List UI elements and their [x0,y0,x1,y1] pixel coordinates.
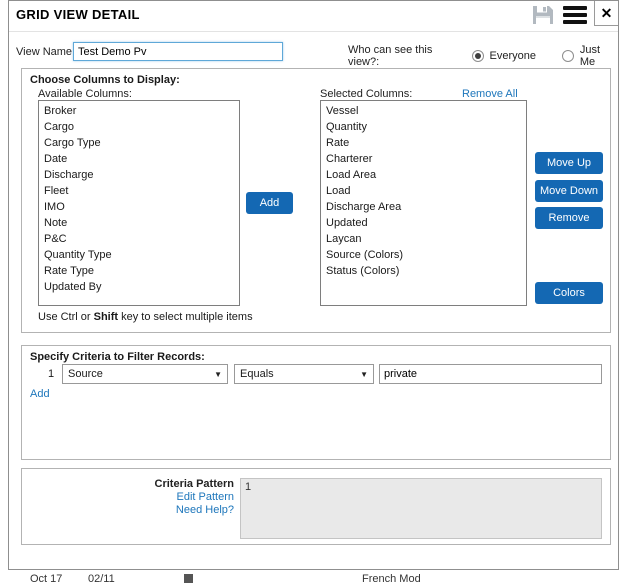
field-select[interactable]: Source ▼ [62,364,228,384]
criteria-row-index: 1 [48,368,54,380]
close-icon[interactable]: ✕ [594,1,618,26]
criteria-pattern-textarea: 1 [240,478,602,539]
list-item[interactable]: Status (Colors) [321,263,526,279]
filter-value-input[interactable] [379,364,602,384]
list-item[interactable]: Source (Colors) [321,247,526,263]
columns-section: Choose Columns to Display: Available Col… [21,68,611,333]
radio-everyone-label[interactable]: Everyone [490,50,536,62]
list-item[interactable]: Discharge [39,167,239,183]
list-item[interactable]: Updated [321,215,526,231]
colors-button[interactable]: Colors [535,282,603,304]
list-item[interactable]: Rate [321,135,526,151]
list-item[interactable]: Charterer [321,151,526,167]
list-item[interactable]: Date [39,151,239,167]
list-item[interactable]: Quantity Type [39,247,239,263]
list-item[interactable]: Broker [39,103,239,119]
header-divider [9,31,618,32]
multi-select-hint: Use Ctrl or Shift key to select multiple… [38,311,253,323]
filter-section-title: Specify Criteria to Filter Records: [30,351,205,363]
filter-section: Specify Criteria to Filter Records: 1 So… [21,345,611,460]
menu-bar [563,13,587,17]
add-criteria-link[interactable]: Add [30,388,50,400]
visibility-group: Who can see this view?: Everyone Just Me [348,44,618,68]
add-button[interactable]: Add [246,192,293,214]
menu-bar [563,6,587,10]
footer-date-tab: Oct 17 [30,573,62,584]
footer-date: 02/11 [88,573,115,584]
list-item[interactable]: Discharge Area [321,199,526,215]
list-item[interactable]: Updated By [39,279,239,295]
move-up-button[interactable]: Move Up [535,152,603,174]
chevron-down-icon: ▼ [360,370,368,379]
move-down-button[interactable]: Move Down [535,180,603,202]
chevron-down-icon: ▼ [214,370,222,379]
available-columns-listbox[interactable]: BrokerCargoCargo TypeDateDischargeFleetI… [38,100,240,306]
hint-text: Use Ctrl or [38,311,94,323]
operator-select[interactable]: Equals ▼ [234,364,374,384]
footer-icon [184,574,193,583]
list-item[interactable]: P&C [39,231,239,247]
radio-just-me[interactable] [562,50,574,62]
selected-columns-listbox[interactable]: VesselQuantityRateChartererLoad AreaLoad… [320,100,527,306]
criteria-pattern-label: Criteria Pattern [22,478,234,490]
columns-section-title: Choose Columns to Display: [30,74,180,86]
list-item[interactable]: Load Area [321,167,526,183]
hint-text: key to select multiple items [118,311,253,323]
list-item[interactable]: Cargo [39,119,239,135]
list-item[interactable]: Fleet [39,183,239,199]
list-item[interactable]: Rate Type [39,263,239,279]
remove-button[interactable]: Remove [535,207,603,229]
background-page-strip: Oct 17 02/11 French Mod [0,572,630,584]
radio-everyone[interactable] [472,50,484,62]
remove-all-link[interactable]: Remove All [462,88,518,100]
list-item[interactable]: Vessel [321,103,526,119]
grid-view-detail-dialog: GRID VIEW DETAIL ✕ View Name: Who can se… [8,0,619,570]
selected-columns-label: Selected Columns: [320,88,412,100]
pattern-labels: Criteria Pattern Edit Pattern Need Help? [22,478,234,517]
view-name-input[interactable] [73,42,283,61]
page-title: GRID VIEW DETAIL [16,7,140,22]
visibility-label: Who can see this view?: [348,44,466,68]
need-help-link[interactable]: Need Help? [22,504,234,516]
hint-shift-key: Shift [94,311,118,323]
list-item[interactable]: Quantity [321,119,526,135]
save-icon[interactable] [532,5,554,25]
list-item[interactable]: Load [321,183,526,199]
edit-pattern-link[interactable]: Edit Pattern [22,491,234,503]
view-name-label: View Name: [16,46,75,58]
radio-just-me-label[interactable]: Just Me [580,44,618,68]
list-item[interactable]: Note [39,215,239,231]
operator-select-value: Equals [240,368,274,380]
menu-bar [563,20,587,24]
menu-icon[interactable] [563,6,587,24]
field-select-value: Source [68,368,103,380]
list-item[interactable]: Cargo Type [39,135,239,151]
available-columns-label: Available Columns: [38,88,132,100]
pattern-section: Criteria Pattern Edit Pattern Need Help?… [21,468,611,545]
save-icon-glyph [532,5,554,25]
list-item[interactable]: IMO [39,199,239,215]
footer-text: French Mod [362,573,421,584]
list-item[interactable]: Laycan [321,231,526,247]
